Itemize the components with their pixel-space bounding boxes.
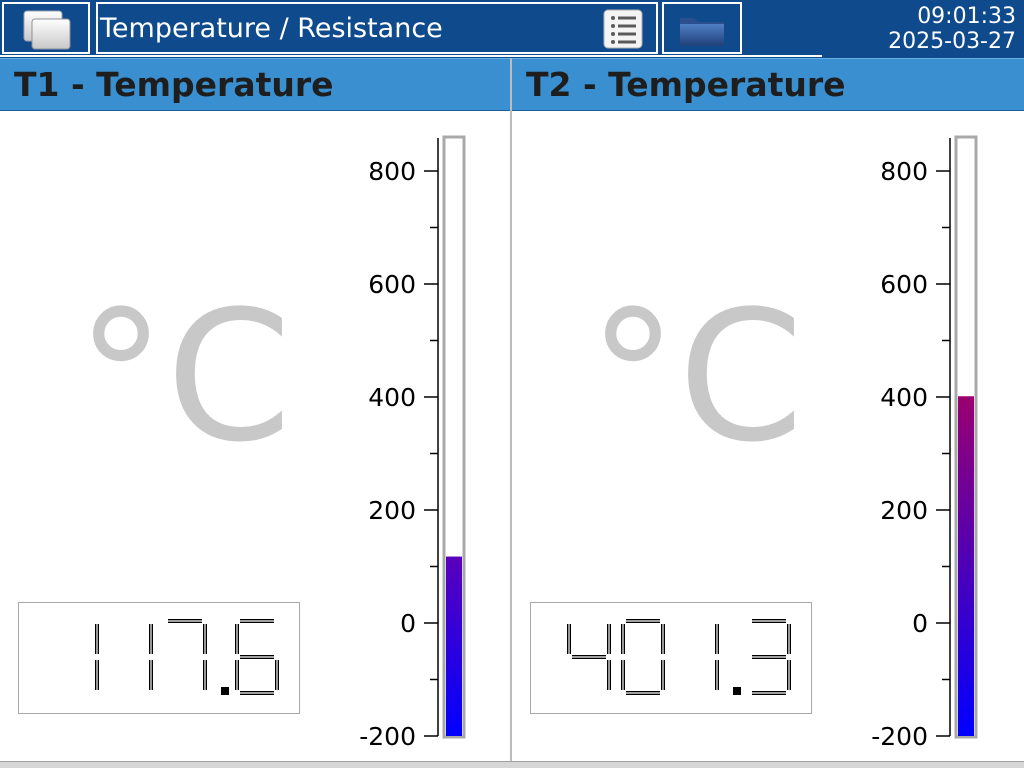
clock-time: 09:01:33	[917, 4, 1016, 29]
screen-title: Temperature / Resistance	[100, 13, 443, 44]
clock-date: 2025-03-27	[888, 29, 1016, 54]
bottom-rule	[0, 761, 1024, 768]
folder-button[interactable]	[662, 2, 742, 54]
tick-label: 600	[880, 270, 928, 299]
tick-label: 400	[880, 383, 928, 412]
tick-label: 800	[880, 157, 928, 186]
scale-graphic: 800 600 400 200 0 -200	[359, 135, 466, 751]
windows-stack-icon	[23, 10, 71, 50]
tick-label: -200	[359, 722, 416, 751]
list-icon[interactable]	[600, 4, 648, 52]
level-bar-fill	[446, 556, 462, 736]
tick-label: 200	[368, 496, 416, 525]
tick-label: 0	[912, 609, 928, 638]
tick-label: 600	[368, 270, 416, 299]
tick-label: 0	[400, 609, 416, 638]
clock: 09:01:33 2025-03-27	[888, 4, 1016, 54]
channel-panel-t2: T2 - Temperature °C 800 600 400 200 0 -200	[512, 58, 1024, 764]
window-menu-button[interactable]	[2, 2, 90, 54]
folder-icon	[680, 18, 724, 46]
tick-label: 400	[368, 383, 416, 412]
top-bar: Temperature / Resistance 09:01:33 2025-0…	[0, 0, 1024, 58]
level-bar-fill	[958, 396, 974, 736]
tick-label: 800	[368, 157, 416, 186]
channel-panel-t1: T1 - Temperature °C 800 600 400 200 0 -200	[0, 58, 510, 764]
top-bar-rule	[0, 55, 822, 57]
tick-label: 200	[880, 496, 928, 525]
scale-graphic: 800 600 400 200 0 -200	[871, 135, 978, 751]
tick-label: -200	[871, 722, 928, 751]
screen-title-button[interactable]: Temperature / Resistance	[96, 2, 658, 54]
